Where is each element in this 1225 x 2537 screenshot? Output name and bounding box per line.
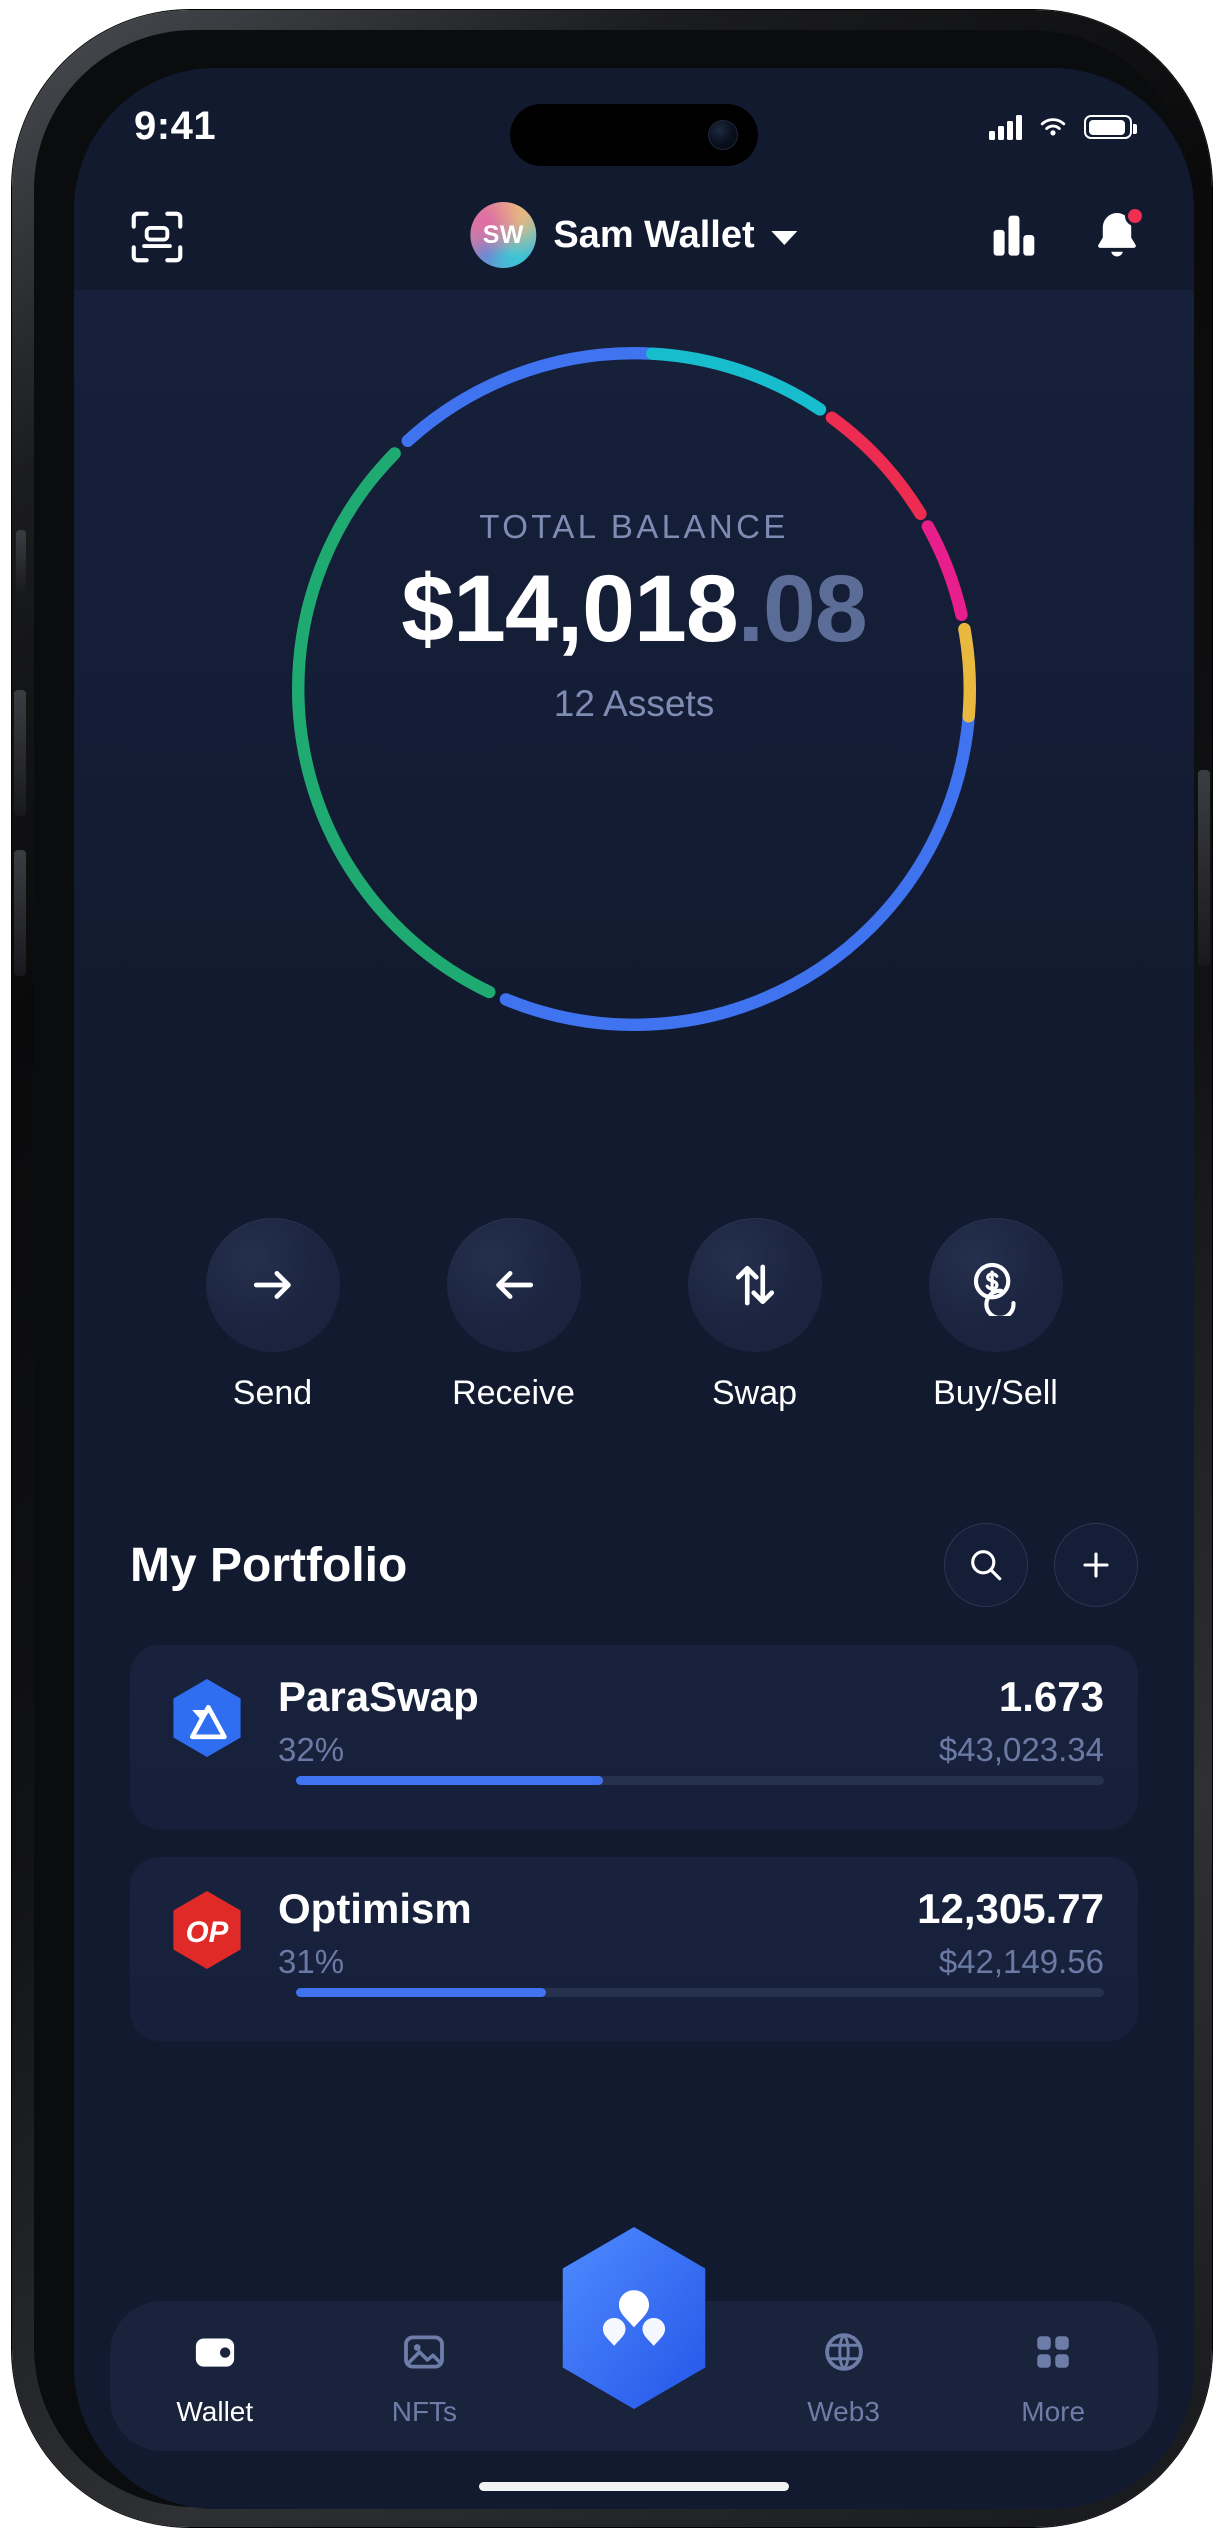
- quick-actions: Send Receive Swap Buy/Sell: [74, 1218, 1194, 1413]
- phone-bezel: 9:41 SW Sam Wallet TOTAL BALANCE $14,018…: [34, 30, 1194, 2509]
- nav-item-web3[interactable]: Web3: [739, 2325, 949, 2428]
- balance-summary: TOTAL BALANCE $14,018.08 12 Assets: [74, 508, 1194, 725]
- portfolio-actions: [944, 1523, 1138, 1607]
- nav-label: Web3: [807, 2395, 880, 2427]
- allocation-bar-track: [296, 1776, 1104, 1785]
- bar-chart-icon[interactable]: [982, 204, 1044, 266]
- action-receive[interactable]: Receive: [438, 1218, 590, 1413]
- nav-label: NFTs: [391, 2395, 458, 2427]
- image-icon: [404, 2334, 445, 2369]
- send-button[interactable]: [205, 1218, 340, 1352]
- wallet-icon: [195, 2338, 234, 2367]
- avatar: SW: [470, 202, 537, 268]
- notification-badge: [1125, 206, 1145, 226]
- buy-sell-button[interactable]: [928, 1218, 1063, 1352]
- wifi-icon: [1040, 118, 1066, 136]
- asset-usd-value: $42,149.56: [938, 1943, 1104, 1981]
- phone-screen: 9:41 SW Sam Wallet TOTAL BALANCE $14,018…: [74, 68, 1194, 2509]
- chevron-down-icon: [771, 230, 798, 245]
- action-swap[interactable]: Swap: [679, 1218, 831, 1413]
- total-balance-amount: $14,018.08: [74, 562, 1194, 657]
- optimism-logo-icon: OP: [173, 1891, 241, 1969]
- action-send[interactable]: Send: [197, 1218, 349, 1413]
- nav-item-more[interactable]: More: [948, 2325, 1158, 2428]
- receive-button[interactable]: [446, 1218, 581, 1352]
- nav-label: More: [1021, 2395, 1086, 2427]
- balance-main: $14,018: [401, 556, 738, 662]
- assets-count: 12 Assets: [553, 683, 715, 724]
- header-actions: [982, 204, 1148, 266]
- wallet-name: Sam Wallet: [553, 213, 755, 256]
- svg-text:OP: OP: [186, 1916, 229, 1949]
- asset-quantity: 12,305.77: [917, 1885, 1104, 1932]
- globe-icon: [824, 2332, 863, 2371]
- phone-frame: 9:41 SW Sam Wallet TOTAL BALANCE $14,018…: [12, 10, 1212, 2527]
- table-row[interactable]: OP Optimism 31% 12,305.77 $42,149.56: [130, 1857, 1138, 2041]
- arrow-right-icon: [253, 1271, 291, 1299]
- asset-name: Optimism: [278, 1885, 472, 1932]
- wallet-selector[interactable]: SW Sam Wallet: [470, 202, 798, 268]
- volume-up-button[interactable]: [14, 690, 26, 816]
- swap-arrows-icon: [735, 1264, 774, 1306]
- asset-percent: 32%: [278, 1731, 345, 1769]
- page-title: My Portfolio: [130, 1538, 408, 1592]
- asset-usd-value: $43,023.34: [938, 1731, 1104, 1769]
- search-button[interactable]: [944, 1523, 1028, 1607]
- asset-percent: 31%: [278, 1943, 345, 1981]
- action-label: Send: [232, 1374, 313, 1412]
- portfolio-header: My Portfolio: [74, 1523, 1194, 1607]
- search-icon: [971, 1550, 1002, 1581]
- grid-icon: [1037, 2335, 1069, 2368]
- notifications-button[interactable]: [1086, 204, 1148, 266]
- swap-button[interactable]: [687, 1218, 822, 1352]
- add-asset-button[interactable]: [1054, 1523, 1138, 1607]
- mute-switch[interactable]: [16, 530, 26, 594]
- avatar-initials: SW: [482, 220, 524, 249]
- action-label: Buy/Sell: [933, 1374, 1058, 1412]
- cellular-signal-icon: [989, 114, 1022, 140]
- action-label: Swap: [711, 1374, 798, 1412]
- paraswap-logo-icon: [173, 1679, 241, 1757]
- infinity-wallet-hex-icon[interactable]: [550, 2223, 718, 2413]
- asset-name: ParaSwap: [278, 1673, 479, 1720]
- allocation-bar-track: [296, 1988, 1104, 1997]
- battery-icon: [1084, 115, 1137, 139]
- dynamic-island: [510, 104, 758, 166]
- status-bar-time: 9:41: [134, 104, 217, 148]
- asset-quantity: 1.673: [998, 1673, 1104, 1720]
- power-button[interactable]: [1198, 770, 1210, 966]
- scan-qr-icon[interactable]: [126, 206, 188, 268]
- nav-item-nfts[interactable]: NFTs: [320, 2325, 530, 2428]
- home-indicator: [479, 2482, 789, 2491]
- app-root: 9:41 SW Sam Wallet TOTAL BALANCE $14,018…: [74, 68, 1194, 2509]
- nav-label: Wallet: [176, 2395, 254, 2427]
- app-header: SW Sam Wallet: [74, 190, 1194, 286]
- balance-cents: .08: [737, 556, 868, 662]
- balance-card: TOTAL BALANCE $14,018.08 12 Assets: [74, 290, 1194, 1032]
- action-label: Receive: [452, 1374, 575, 1412]
- screenshot-stage: 9:41 SW Sam Wallet TOTAL BALANCE $14,018…: [0, 0, 1225, 2537]
- volume-down-button[interactable]: [14, 850, 26, 976]
- table-row[interactable]: ParaSwap 32% 1.673 $43,023.34: [130, 1645, 1138, 1829]
- allocation-bar-fill: [296, 1776, 604, 1785]
- allocation-bar-fill: [296, 1988, 547, 1997]
- arrow-left-icon: [495, 1271, 533, 1299]
- total-balance-label: TOTAL BALANCE: [479, 508, 789, 545]
- asset-list: ParaSwap 32% 1.673 $43,023.34 OP Optimis…: [130, 1645, 1138, 2069]
- dollar-coin-icon: [973, 1262, 1016, 1316]
- status-bar-indicators: [989, 114, 1137, 140]
- nav-item-wallet[interactable]: Wallet: [110, 2325, 320, 2428]
- front-camera-icon: [708, 120, 738, 150]
- plus-icon: [1083, 1552, 1109, 1578]
- action-buysell[interactable]: Buy/Sell: [920, 1218, 1072, 1413]
